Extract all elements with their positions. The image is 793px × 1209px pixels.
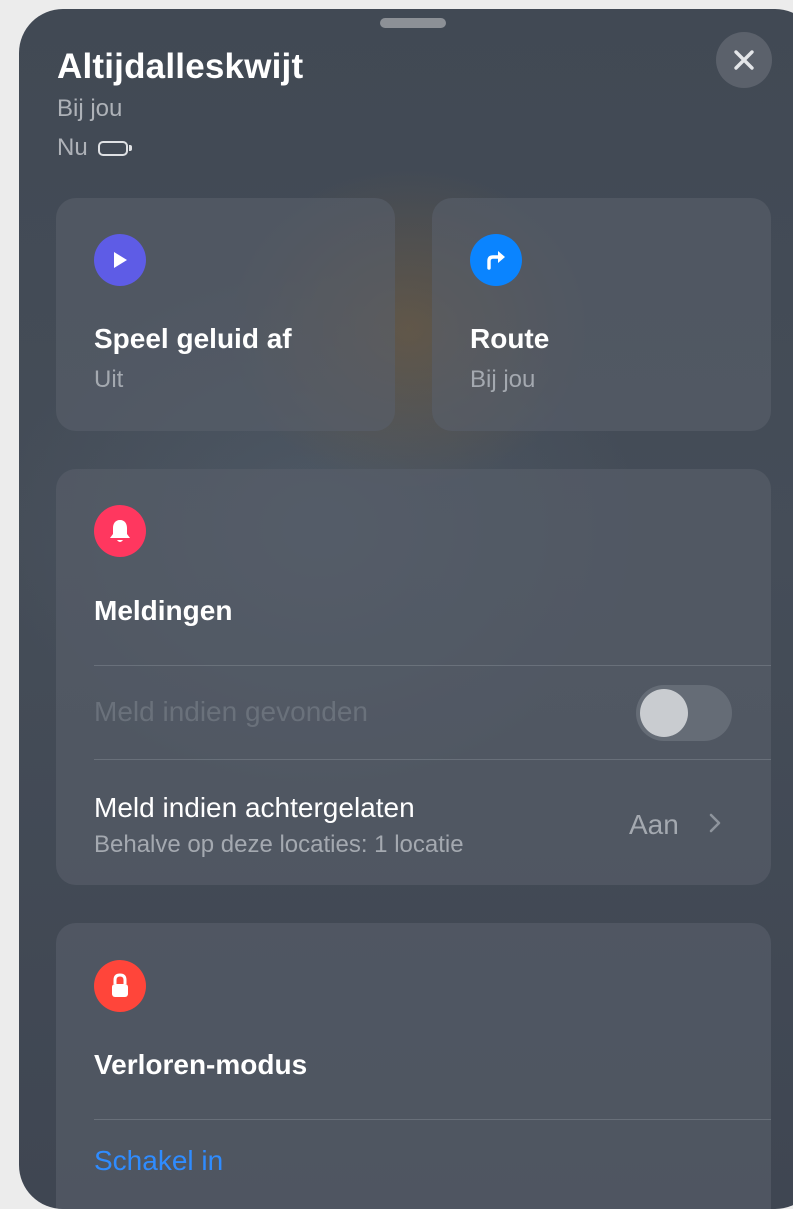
divider (94, 665, 771, 666)
notifications-title: Meldingen (94, 595, 233, 626)
lost-mode-card: Verloren-modus Schakel in (56, 923, 771, 1209)
directions-arrow-icon (470, 234, 522, 286)
notify-when-left-behind-value: Aan (629, 809, 679, 840)
bell-icon (94, 505, 146, 557)
play-sound-status: Uit (94, 366, 124, 393)
route-label: Route (470, 323, 550, 354)
notify-when-found-toggle[interactable] (636, 685, 732, 741)
item-location: Bij jou (57, 95, 123, 122)
notify-when-found-label: Meld indien gevonden (94, 696, 368, 727)
play-sound-label: Speel geluid af (94, 323, 292, 354)
notify-when-left-behind-label: Meld indien achtergelaten (94, 792, 415, 823)
play-sound-card[interactable]: Speel geluid af Uit (56, 198, 395, 431)
lost-mode-title: Verloren-modus (94, 1049, 308, 1080)
battery-icon (97, 140, 132, 156)
route-status: Bij jou (470, 366, 536, 393)
play-icon (94, 234, 146, 286)
last-seen-time: Nu (57, 134, 88, 161)
close-button[interactable] (716, 32, 772, 88)
divider (94, 759, 771, 760)
notifications-card: Meldingen Meld indien gevonden Meld indi… (56, 469, 771, 885)
notify-when-left-behind-exceptions: Behalve op deze locaties: 1 locatie (94, 831, 464, 858)
chevron-right-icon (709, 813, 721, 833)
last-seen-row: Nu (57, 134, 132, 162)
item-detail-sheet: Altijdalleskwijt Bij jou Nu Speel geluid… (19, 9, 793, 1209)
item-title: Altijdalleskwijt (57, 47, 304, 86)
route-card[interactable]: Route Bij jou (432, 198, 771, 431)
enable-lost-mode-button[interactable]: Schakel in (94, 1145, 223, 1177)
sheet-grabber[interactable] (380, 18, 446, 28)
close-icon (734, 50, 754, 70)
lock-icon (94, 960, 146, 1012)
divider (94, 1119, 771, 1120)
toggle-knob (640, 689, 688, 737)
